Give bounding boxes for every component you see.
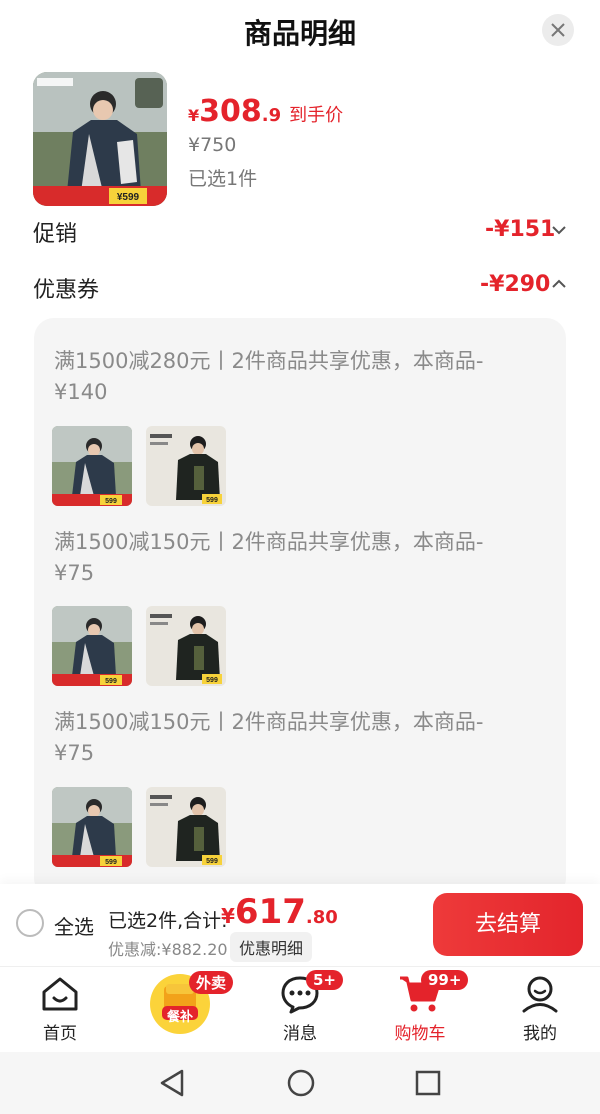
profile-icon [522,976,558,1013]
takeout-badge: 外卖 [189,971,234,994]
coupon-detail-panel: 满1500减280元丨2件商品共享优惠，本商品-¥140 599 599 满15… [34,318,566,898]
product-thumbnail[interactable]: ¥599 [33,72,167,206]
svg-text:599: 599 [105,678,117,685]
page-title: 商品明细 [243,17,356,50]
system-navigation-bar [0,1052,600,1114]
discount-amount: 优惠减:¥882.20 [108,940,228,959]
selected-count: 已选1件 [188,168,258,190]
svg-text:¥599: ¥599 [117,192,140,203]
tab-label: 我的 [523,1024,557,1044]
coupon-item-thumb[interactable]: 599 [52,787,132,867]
original-price: ¥750 [188,134,237,156]
svg-text:599: 599 [206,858,218,865]
tab-profile[interactable]: 我的 [495,974,585,1046]
discount-detail-button[interactable]: 优惠明细 [230,932,313,962]
close-button[interactable] [542,14,574,46]
black-jacket-thumb-image: 599 [146,787,226,867]
promo-label: 促销 [33,222,78,247]
coupon-item-thumb[interactable]: 599 [146,606,226,686]
sheet-header: 商品明细 ¥599 ¥308.9 到手价 ¥750 已选1件 [0,0,600,216]
checkout-button[interactable]: 去结算 [433,893,583,956]
jacket-product-image: ¥599 [33,72,167,206]
tab-label: 消息 [283,1024,317,1044]
close-icon [551,23,565,37]
meal-caption: 餐补 [166,1010,193,1025]
select-all-label[interactable]: 全选 [54,911,94,940]
coupon-item-thumb[interactable]: 599 [52,606,132,686]
svg-text:599: 599 [206,677,218,684]
total-price: ¥617.80 [221,892,338,932]
cart-badge: 99+ [421,970,469,990]
recents-square-icon[interactable] [414,1069,442,1097]
svg-text:599: 599 [105,498,117,505]
svg-text:599: 599 [105,859,117,866]
coupon-amount[interactable]: -¥290 [480,272,550,297]
coupon-item-thumb[interactable]: 599 [52,426,132,506]
final-price: ¥308.9 到手价 [188,94,344,129]
tab-home[interactable]: 首页 [15,974,105,1046]
coupon-item-thumb[interactable]: 599 [146,787,226,867]
tab-label: 购物车 [394,1024,446,1044]
jacket-thumb-image: 599 [52,426,132,506]
svg-text:599: 599 [206,497,218,504]
black-jacket-thumb-image: 599 [146,606,226,686]
tab-label: 首页 [43,1024,77,1044]
jacket-thumb-image: 599 [52,606,132,686]
coupon-rule-2: 满1500减150元丨2件商品共享优惠，本商品-¥75 [54,530,484,585]
promo-amount[interactable]: -¥151 [485,217,555,242]
messages-badge: 5+ [306,970,344,990]
jacket-thumb-image: 599 [52,787,132,867]
chevron-down-icon[interactable] [552,225,566,235]
coupon-rule-1: 满1500减280元丨2件商品共享优惠，本商品-¥140 [54,349,484,404]
back-triangle-icon[interactable] [158,1068,186,1098]
coupon-rule-3: 满1500减150元丨2件商品共享优惠，本商品-¥75 [54,710,484,765]
select-all-checkbox[interactable] [16,909,44,937]
coupon-item-thumb[interactable]: 599 [146,426,226,506]
home-icon [42,977,78,1011]
chevron-up-icon[interactable] [552,279,566,289]
black-jacket-thumb-image: 599 [146,426,226,506]
home-circle-icon[interactable] [286,1068,316,1098]
selected-summary: 已选2件,合计: [108,910,228,932]
coupon-label: 优惠券 [33,278,100,303]
